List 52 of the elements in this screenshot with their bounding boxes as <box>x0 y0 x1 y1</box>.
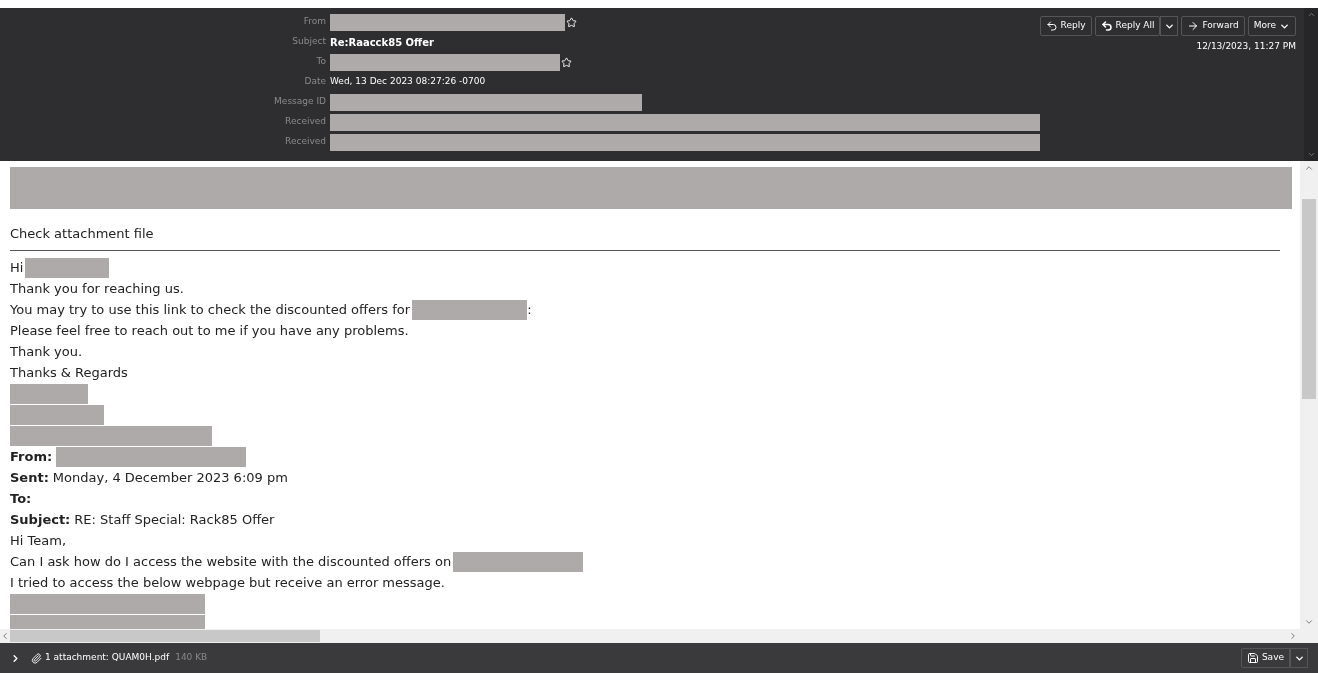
field-label: From <box>302 15 327 29</box>
field-label: Sent: <box>10 469 50 487</box>
field-label: Subject <box>291 35 327 49</box>
forward-button[interactable]: Forward <box>1181 16 1245 36</box>
field-label: Message ID <box>273 95 327 109</box>
attachment-size: 140 KB <box>175 651 208 665</box>
field-value: Re:Raacck85 Offer <box>330 35 434 50</box>
dropdown-button[interactable] <box>1290 648 1308 668</box>
scroll-up-icon[interactable] <box>1304 163 1314 173</box>
reply-button[interactable]: Reply <box>1039 16 1092 36</box>
field-label: Subject: <box>10 511 72 529</box>
star-icon[interactable] <box>561 56 572 68</box>
field-label: Received <box>284 115 327 129</box>
timestamp: 12/13/2023, 11:27 PM <box>1196 40 1296 53</box>
scroll-right-icon[interactable] <box>1288 631 1298 641</box>
body-text: I tried to access the below webpage but receive an error message. <box>10 574 446 592</box>
arrow-icon <box>1187 20 1200 32</box>
field-label: To: <box>10 490 33 508</box>
field-value: Monday, 4 December 2023 6:09 pm <box>52 469 288 487</box>
scroll-down-icon[interactable] <box>1304 617 1314 627</box>
scroll-down-icon[interactable] <box>1306 150 1316 159</box>
field-value: RE: Staff Special: Rack85 Offer <box>74 511 275 529</box>
more-button[interactable]: More <box>1247 16 1296 36</box>
body-text: Can I ask how do I access the website with the discounted offers on <box>10 553 453 571</box>
body-text: Thanks & Regards <box>10 364 129 382</box>
scroll-up-icon[interactable] <box>1306 10 1316 19</box>
save-icon <box>1246 652 1259 664</box>
body-text: : <box>527 301 532 319</box>
body-text: You may try to use this link to check the discounted offers for <box>10 301 412 319</box>
body-text: Please feel free to reach out to me if you have any problems. <box>10 322 410 340</box>
body-text: Thank you for reaching us. <box>10 280 185 298</box>
field-value: Wed, 13 Dec 2023 08:27:26 -0700 <box>330 75 486 89</box>
save-button[interactable]: Save <box>1240 648 1290 668</box>
body-text: Check attachment file <box>10 226 154 241</box>
scroll-left-icon[interactable] <box>0 631 10 641</box>
paperclip-icon <box>31 652 42 664</box>
body-text: Thank you. <box>10 343 84 361</box>
reply-all-icon <box>1100 20 1113 32</box>
scrollbar-thumb[interactable] <box>10 630 320 642</box>
body-text: Hi Team, <box>10 532 67 550</box>
field-label: Date <box>303 75 327 89</box>
field-label: From: <box>10 448 54 466</box>
field-label: To <box>315 55 327 69</box>
star-icon[interactable] <box>566 16 577 28</box>
body-text: Hi <box>10 259 25 277</box>
expand-icon[interactable] <box>10 652 21 664</box>
field-label: Received <box>284 135 327 149</box>
reply-all-button[interactable]: Reply All <box>1094 16 1161 36</box>
dropdown-button[interactable] <box>1160 16 1179 36</box>
attachment-name[interactable]: 1 attachment: QUAM0H.pdf <box>45 651 170 665</box>
reply-icon <box>1045 20 1058 32</box>
scrollbar-thumb[interactable] <box>1302 199 1316 399</box>
